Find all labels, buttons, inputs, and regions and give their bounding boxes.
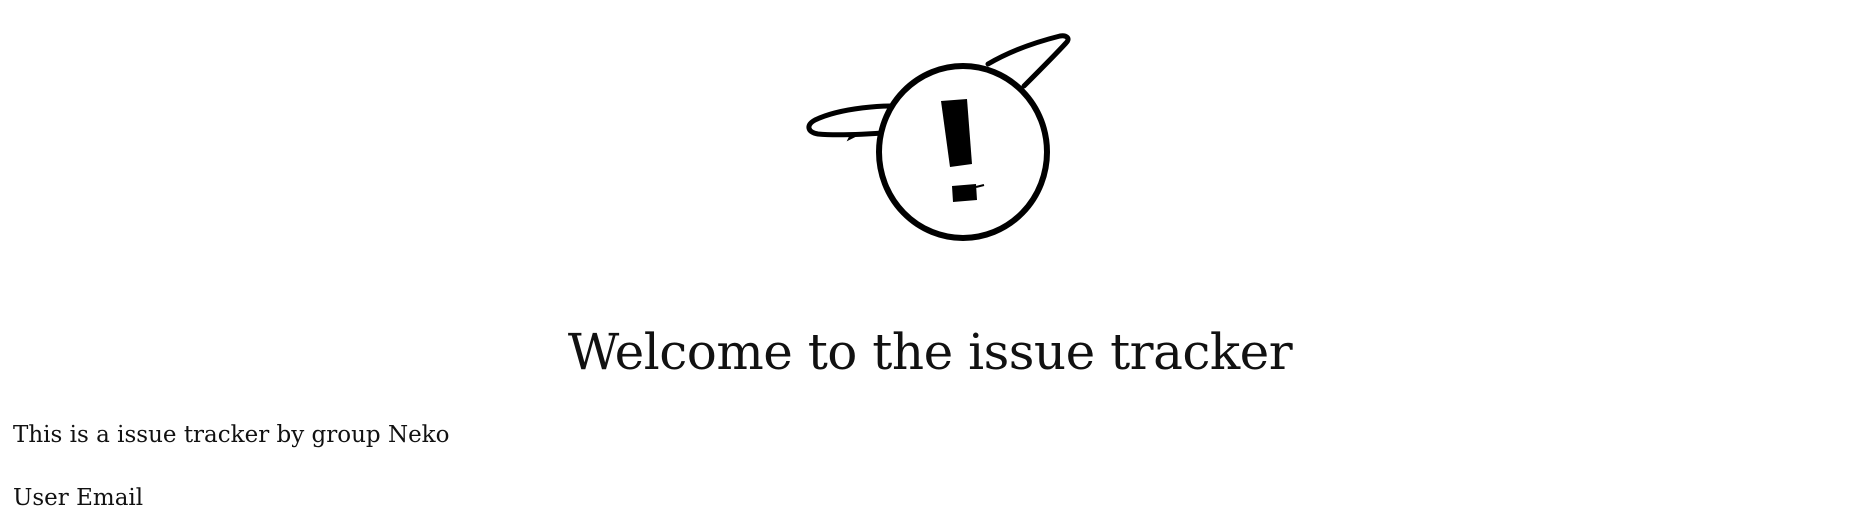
user-email-label: User Email [13,485,144,511]
exclamation-mark-with-ears-icon [806,33,1071,241]
logo [800,24,1080,244]
intro-text: This is a issue tracker by group Neko [13,422,450,448]
page-title: Welcome to the issue tracker [567,323,1293,381]
